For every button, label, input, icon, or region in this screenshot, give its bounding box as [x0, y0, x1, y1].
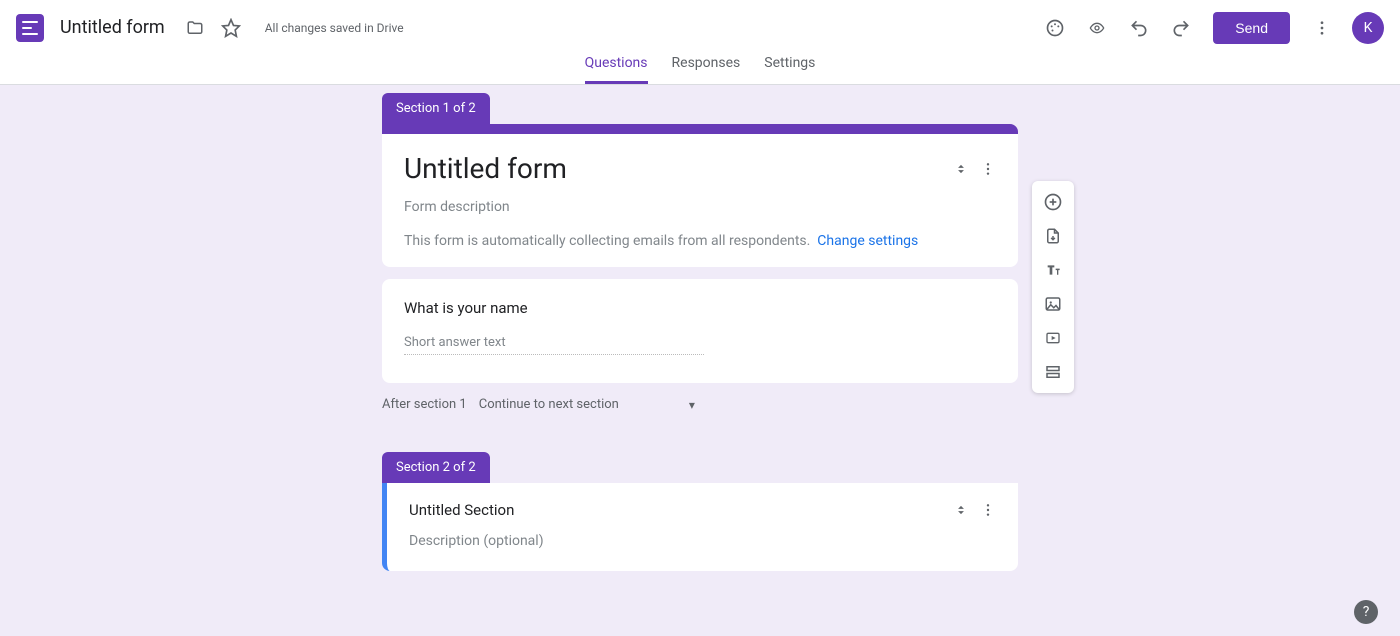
tab-bar: Questions Responses Settings [0, 55, 1400, 85]
email-collection-notice: This form is automatically collecting em… [404, 233, 996, 249]
add-section-icon[interactable] [1036, 357, 1070, 387]
section-accent-bar [382, 124, 1018, 134]
add-image-icon[interactable] [1036, 289, 1070, 319]
form-name[interactable]: Untitled form [60, 17, 165, 38]
section-2-label: Section 2 of 2 [382, 452, 490, 483]
save-status: All changes saved in Drive [265, 21, 404, 35]
after-section-control: After section 1 Continue to next section… [382, 397, 1018, 412]
preview-icon[interactable] [1079, 10, 1115, 46]
question-text[interactable]: What is your name [404, 299, 996, 317]
collapse-section-icon[interactable] [954, 502, 968, 518]
help-icon[interactable]: ? [1354, 600, 1378, 624]
undo-icon[interactable] [1121, 10, 1157, 46]
app-header: Untitled form All changes saved in Drive… [0, 0, 1400, 55]
form-title[interactable]: Untitled form [404, 152, 954, 185]
section-more-icon[interactable] [980, 161, 996, 177]
collapse-section-icon[interactable] [954, 161, 968, 177]
after-section-label: After section 1 [382, 397, 467, 412]
change-settings-link[interactable]: Change settings [817, 233, 918, 249]
section-1-header-card[interactable]: Untitled form Form description This form… [382, 134, 1018, 267]
add-title-icon[interactable] [1036, 255, 1070, 285]
import-questions-icon[interactable] [1036, 221, 1070, 251]
tab-settings[interactable]: Settings [764, 55, 815, 84]
add-question-icon[interactable] [1036, 187, 1070, 217]
star-icon[interactable] [213, 10, 249, 46]
account-avatar[interactable]: K [1352, 12, 1384, 44]
redo-icon[interactable] [1163, 10, 1199, 46]
send-button[interactable]: Send [1213, 12, 1290, 44]
floating-toolbar [1032, 181, 1074, 393]
tab-questions[interactable]: Questions [585, 55, 648, 84]
question-card[interactable]: What is your name Short answer text [382, 279, 1018, 383]
tab-responses[interactable]: Responses [672, 55, 741, 84]
form-description[interactable]: Form description [404, 199, 996, 215]
section-more-icon[interactable] [980, 502, 996, 518]
section-2-header-card[interactable]: Untitled Section Description (optional) [382, 483, 1018, 571]
short-answer-placeholder: Short answer text [404, 335, 704, 355]
forms-logo[interactable] [16, 14, 44, 42]
chevron-down-icon: ▾ [689, 398, 695, 412]
customize-theme-icon[interactable] [1037, 10, 1073, 46]
move-to-folder-icon[interactable] [177, 10, 213, 46]
section-2-title[interactable]: Untitled Section [409, 501, 954, 519]
form-canvas: Section 1 of 2 Untitled form Form descri… [0, 85, 1400, 636]
after-section-select[interactable]: Continue to next section ▾ [479, 397, 695, 412]
section-2-description[interactable]: Description (optional) [409, 533, 996, 549]
add-video-icon[interactable] [1036, 323, 1070, 353]
section-1-label: Section 1 of 2 [382, 93, 490, 124]
more-options-icon[interactable] [1304, 10, 1340, 46]
